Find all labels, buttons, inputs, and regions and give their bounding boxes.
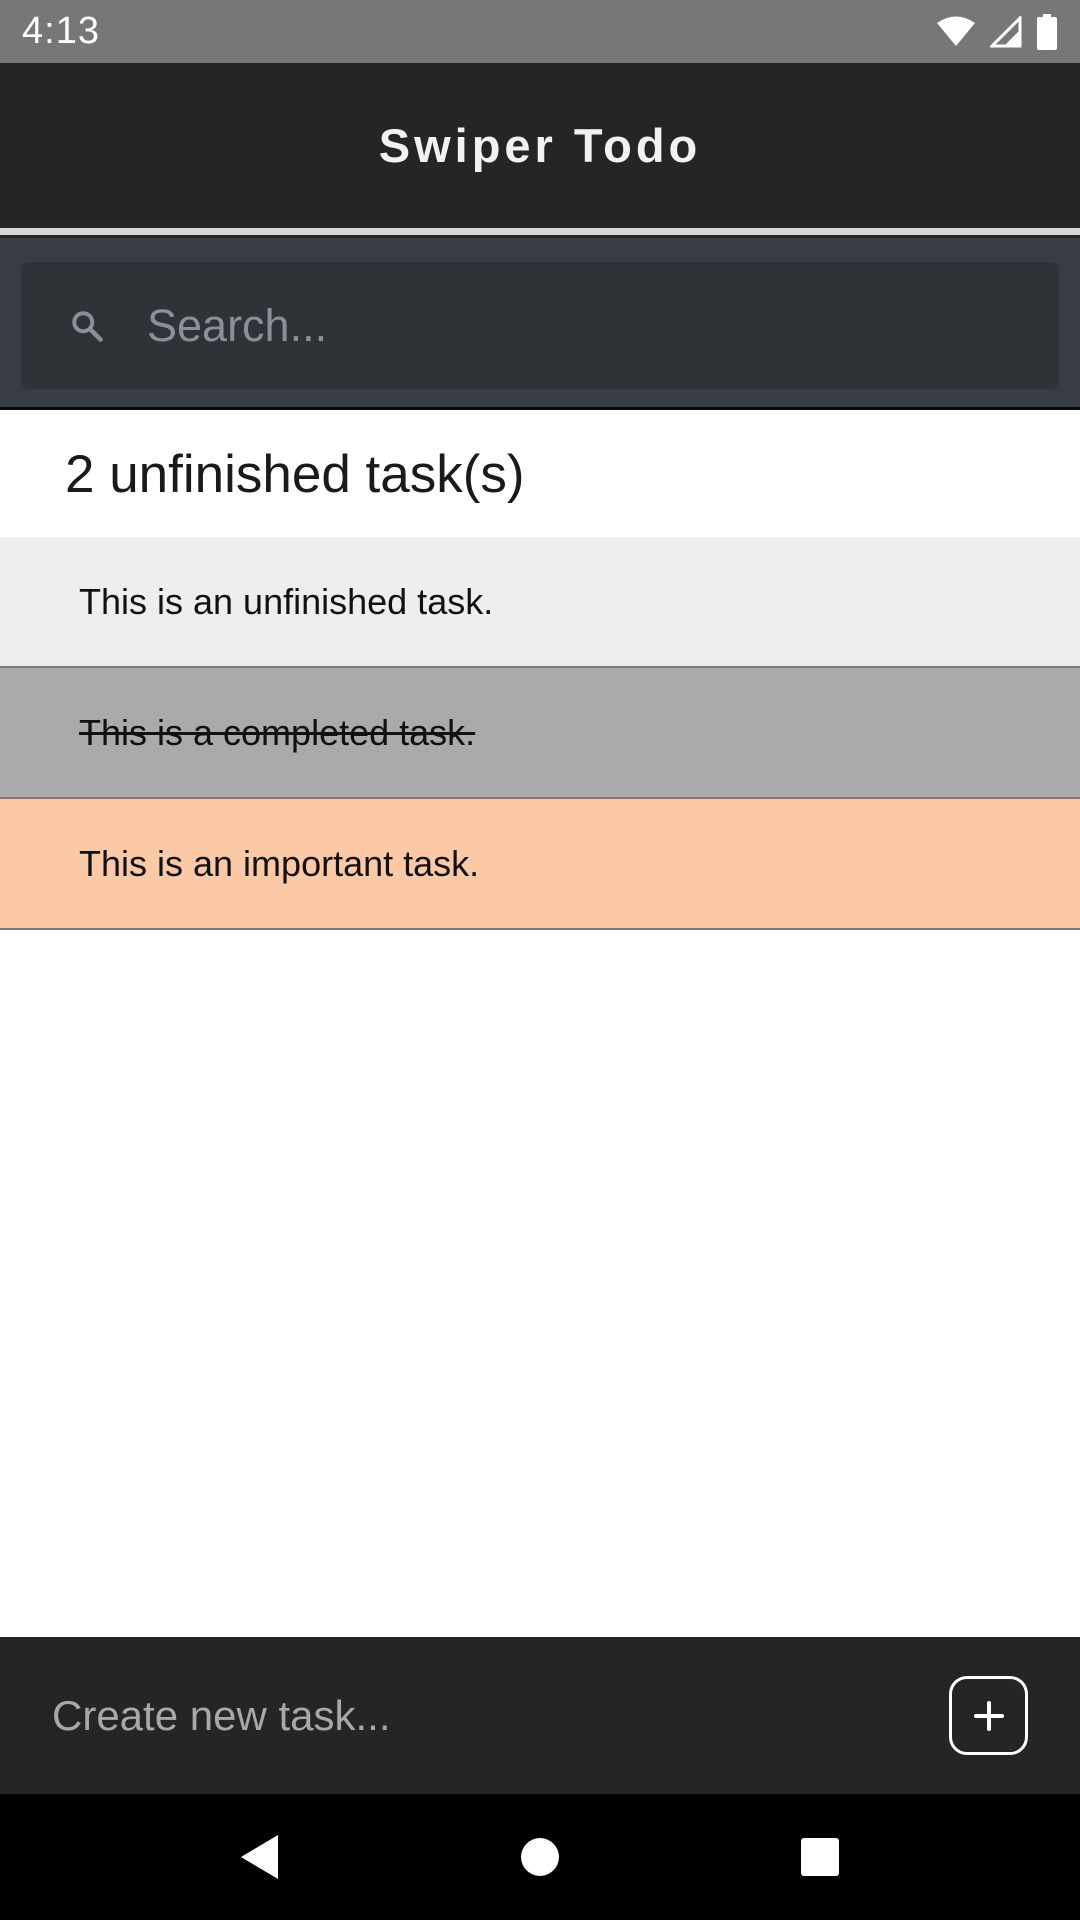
- task-text: This is a completed task.: [79, 711, 476, 753]
- battery-icon: [1037, 13, 1057, 50]
- recents-button[interactable]: [780, 1817, 860, 1897]
- signal-icon: [990, 15, 1022, 47]
- plus-icon: [973, 1700, 1004, 1731]
- search-input[interactable]: [147, 262, 1059, 389]
- app-title: Swiper Todo: [378, 119, 702, 172]
- search-area: [0, 235, 1080, 410]
- app-header: Swiper Todo: [0, 63, 1080, 228]
- add-task-button[interactable]: [949, 1676, 1028, 1755]
- search-icon: [72, 310, 103, 342]
- home-button[interactable]: [500, 1817, 580, 1897]
- task-item-completed[interactable]: This is a completed task.: [0, 668, 1080, 799]
- task-item-unfinished[interactable]: This is an unfinished task.: [0, 537, 1080, 668]
- task-list: This is an unfinished task. This is a co…: [0, 537, 1080, 930]
- header-divider: [0, 228, 1080, 235]
- status-time: 4:13: [22, 10, 100, 52]
- search-box[interactable]: [21, 262, 1059, 389]
- back-button[interactable]: [220, 1817, 300, 1897]
- status-bar: 4:13: [0, 0, 1080, 63]
- create-task-input[interactable]: [52, 1691, 949, 1740]
- task-text: This is an unfinished task.: [79, 580, 494, 622]
- back-icon: [241, 1835, 278, 1879]
- screen: 4:13 Swiper Todo Search... 2 unfinished …: [0, 0, 1080, 1920]
- navigation-bar: [0, 1794, 1080, 1920]
- recents-icon: [801, 1838, 839, 1876]
- create-task-bar: [0, 1637, 1080, 1794]
- home-icon: [521, 1838, 559, 1876]
- status-icons: [936, 13, 1058, 50]
- task-summary: 2 unfinished task(s): [0, 410, 1080, 538]
- unfinished-count-label: 2 unfinished task(s): [65, 444, 525, 504]
- wifi-icon: [937, 16, 975, 46]
- task-text: This is an important task.: [79, 842, 480, 884]
- task-item-important[interactable]: This is an important task.: [0, 799, 1080, 930]
